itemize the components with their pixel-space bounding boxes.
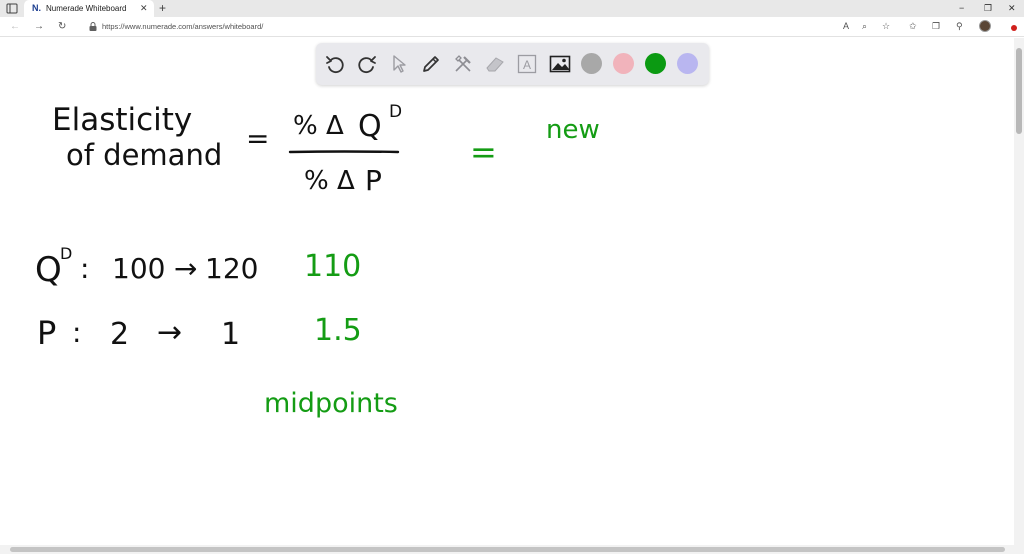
ink-denominator-pct: % [304, 166, 329, 196]
tools-icon[interactable] [452, 53, 474, 75]
ink-midpoints: midpoints [264, 388, 398, 419]
ink-equals-1: = [246, 122, 269, 155]
ink-p-to: 1 [221, 317, 240, 352]
ink-p-midpoint: 1.5 [314, 313, 362, 348]
ink-numerator-delta: Δ [326, 111, 344, 141]
text-icon[interactable]: A [516, 53, 538, 75]
ink-p-colon: : [72, 316, 81, 349]
address-bar[interactable]: https://www.numerade.com/answers/whitebo… [80, 19, 910, 35]
back-arrow-icon[interactable]: ← [10, 20, 20, 33]
ink-qd-to: 120 [205, 252, 258, 285]
ink-numerator-pct: % [293, 111, 318, 141]
ink-p-arrow: → [157, 315, 182, 350]
extensions-icon[interactable]: ⚲ [956, 20, 963, 33]
undo-icon[interactable] [324, 53, 346, 75]
restore-button[interactable]: ❐ [984, 2, 992, 14]
ink-of-demand: of demand [66, 138, 222, 172]
browser-tab-bar: N. Numerade Whiteboard ✕ + − ❐ ✕ [0, 0, 1024, 17]
color-swatch-lavender[interactable] [677, 53, 698, 74]
color-swatch-pink[interactable] [613, 53, 634, 74]
collections-icon[interactable]: ❐ [932, 20, 940, 33]
ink-denominator-p: P [365, 164, 382, 197]
profile-avatar[interactable] [979, 20, 991, 32]
ink-denominator-delta: Δ [337, 166, 355, 196]
tab-close-icon[interactable]: ✕ [140, 3, 148, 14]
ink-qd-midpoint: 110 [304, 249, 361, 284]
color-swatch-green[interactable] [645, 53, 666, 74]
close-window-button[interactable]: ✕ [1008, 2, 1016, 14]
ink-qd-colon: : [80, 252, 89, 285]
ink-qd-sup: D [60, 244, 72, 263]
text-tool-glyph: A [523, 58, 531, 72]
url-text: https://www.numerade.com/answers/whitebo… [102, 22, 264, 31]
handwriting-layer: Elasticity of demand = % Δ Q D % Δ P Q D… [35, 102, 600, 419]
browser-tab[interactable]: N. Numerade Whiteboard ✕ [24, 0, 154, 17]
ink-qd-arrow: → [174, 252, 197, 285]
refresh-icon[interactable]: ↻ [58, 20, 66, 33]
whiteboard-toolbar: A [316, 43, 709, 85]
read-aloud-icon[interactable]: A [843, 20, 849, 33]
tab-actions-icon[interactable] [6, 3, 18, 14]
zoom-icon[interactable]: ⌕ [862, 20, 867, 33]
numerade-favicon-icon: N. [32, 3, 41, 13]
ink-qd-from: 100 [112, 252, 165, 285]
lock-icon [89, 22, 97, 31]
eraser-icon[interactable] [484, 53, 506, 75]
ink-numerator-q: Q [358, 109, 382, 144]
color-swatch-gray[interactable] [581, 53, 602, 74]
tab-title: Numerade Whiteboard [46, 4, 127, 13]
redo-icon[interactable] [356, 53, 378, 75]
whiteboard-canvas[interactable]: Elasticity of demand = % Δ Q D % Δ P Q D… [0, 38, 1014, 545]
ink-p-label: P [37, 314, 56, 352]
vertical-scrollbar[interactable] [1014, 38, 1024, 545]
horizontal-scroll-thumb[interactable] [10, 547, 1005, 552]
ink-green-group: = new 110 1.5 midpoints [264, 115, 600, 419]
image-icon[interactable] [549, 53, 571, 75]
favorites-icon[interactable]: ✩ [909, 20, 917, 33]
browser-toolbar: ← → ↻ https://www.numerade.com/answers/w… [0, 17, 1024, 37]
ink-equals-2: = [470, 133, 497, 171]
vertical-scroll-thumb[interactable] [1016, 48, 1022, 134]
notification-badge-icon[interactable] [1011, 25, 1017, 31]
forward-arrow-icon[interactable]: → [34, 20, 44, 33]
minimize-button[interactable]: − [959, 2, 964, 14]
new-tab-button[interactable]: + [159, 1, 166, 15]
ink-fraction-bar [288, 150, 400, 154]
pointer-icon[interactable] [388, 53, 410, 75]
ink-numerator-sup: D [389, 102, 402, 122]
ink-new: new [546, 115, 600, 145]
pen-icon[interactable] [420, 53, 442, 75]
ink-p-from: 2 [110, 317, 129, 352]
horizontal-scrollbar[interactable] [0, 545, 1024, 554]
ink-elasticity: Elasticity [52, 102, 192, 138]
favorite-add-icon[interactable]: ☆ [882, 20, 890, 33]
ink-qd-q: Q [35, 250, 62, 290]
